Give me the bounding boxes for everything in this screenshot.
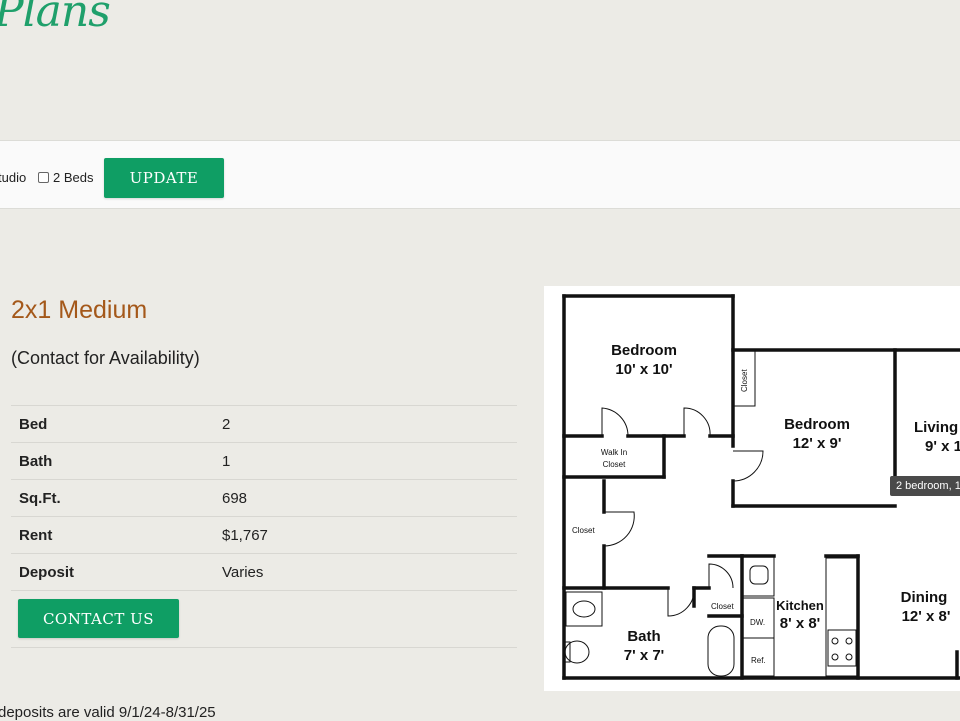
room-name: Bath (627, 628, 660, 645)
spec-label: Deposit (19, 563, 75, 581)
dishwasher-label: DW. (750, 618, 765, 627)
room-name: Living (914, 419, 958, 436)
checkbox-2-beds[interactable] (38, 172, 49, 183)
filter-2-beds[interactable]: 2 Beds (38, 170, 93, 185)
contact-area: CONTACT US (11, 591, 517, 648)
table-row: Bath 1 (11, 443, 517, 480)
spec-label: Bath (19, 452, 53, 470)
spec-value: $1,767 (222, 526, 268, 544)
spec-value: 698 (222, 489, 248, 507)
update-button[interactable]: UPDATE (104, 158, 224, 198)
spec-value: 2 (222, 415, 231, 433)
spec-label: Rent (19, 526, 53, 544)
spec-value: Varies (222, 563, 264, 581)
contact-us-button[interactable]: CONTACT US (18, 599, 179, 638)
filter-2-beds-label: 2 Beds (53, 170, 94, 185)
filter-studio[interactable]: tudio (0, 170, 26, 185)
table-row: Rent $1,767 (11, 517, 517, 554)
spec-label: Sq.Ft. (19, 489, 61, 507)
availability-status: (Contact for Availability) (11, 348, 200, 368)
table-row: Sq.Ft. 698 (11, 480, 517, 517)
filter-studio-label: tudio (0, 170, 27, 185)
spec-label: Bed (19, 415, 48, 433)
table-row: Deposit Varies (11, 554, 517, 591)
page-title: Plans (0, 0, 111, 37)
deposit-footnote: deposits are valid 9/1/24-8/31/25 (0, 704, 216, 721)
closet-label: Closet (740, 369, 749, 392)
floor-plan-tooltip: 2 bedroom, 1 (890, 476, 960, 496)
room-name: Bedroom (784, 416, 850, 433)
plan-name: 2x1 Medium (11, 296, 148, 324)
room-size: 10' x 10' (615, 361, 672, 378)
filter-bar: tudio 2 Beds UPDATE (0, 140, 960, 209)
spec-table: Bed 2 Bath 1 Sq.Ft. 698 Rent $1,767 Depo… (11, 405, 517, 591)
room-size: 7' x 7' (624, 647, 665, 664)
refrigerator-label: Ref. (751, 656, 766, 665)
room-name: Kitchen (776, 598, 824, 613)
walk-in-label: Closet (603, 460, 626, 469)
closet-label: Closet (572, 526, 595, 535)
room-name: Dining (901, 589, 948, 606)
room-size: 12' x 9' (793, 435, 842, 452)
table-row: Bed 2 (11, 406, 517, 443)
spec-value: 1 (222, 452, 231, 470)
closet-label: Closet (711, 602, 734, 611)
room-size: 12' x 8' (902, 608, 951, 625)
walk-in-label: Walk In (601, 448, 627, 457)
room-name: Bedroom (611, 342, 677, 359)
room-size: 9' x 1 (925, 438, 960, 455)
room-size: 8' x 8' (780, 615, 821, 632)
